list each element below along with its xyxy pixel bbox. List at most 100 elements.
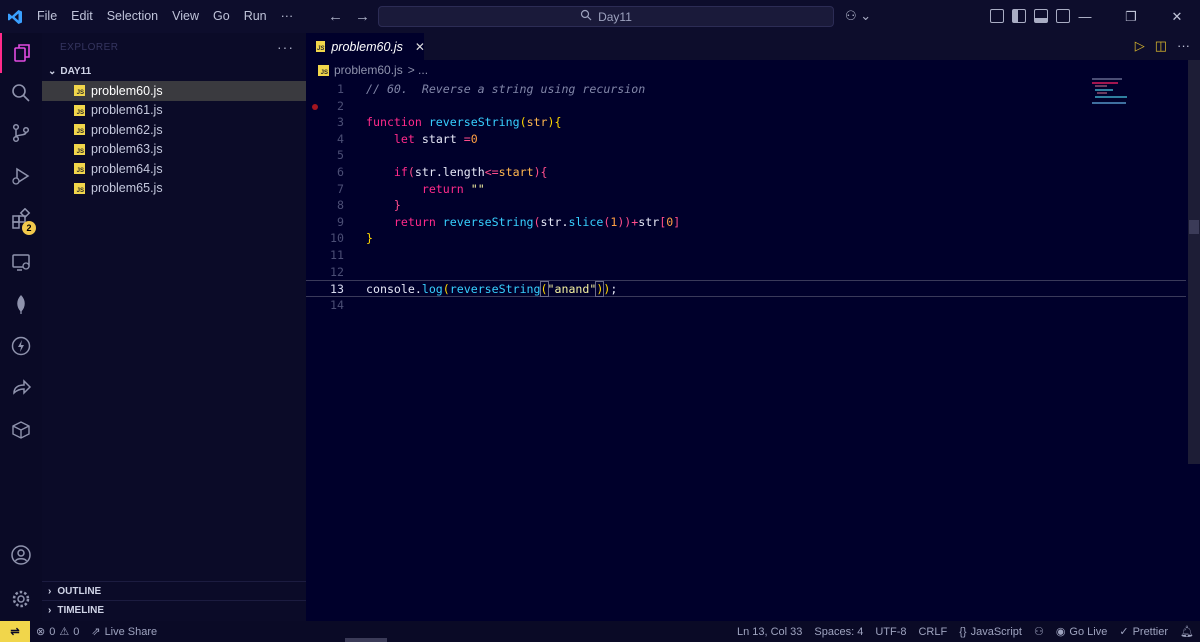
- outline-section[interactable]: › OUTLINE: [42, 581, 306, 600]
- problems-indicator[interactable]: ⊗ 0 ⚠ 0: [30, 625, 85, 639]
- menu-go[interactable]: Go: [206, 0, 237, 33]
- timeline-section[interactable]: › TIMELINE: [42, 600, 306, 619]
- menu-view[interactable]: View: [165, 0, 206, 33]
- close-button[interactable]: ✕: [1154, 0, 1200, 33]
- minimap[interactable]: [1092, 78, 1152, 108]
- code-line: 14: [306, 297, 1186, 314]
- copilot-status-icon[interactable]: ⚇: [1028, 625, 1050, 638]
- packages-icon[interactable]: [0, 410, 42, 450]
- minimize-button[interactable]: —: [1062, 0, 1108, 33]
- line-number: 7: [337, 181, 344, 196]
- settings-gear-icon[interactable]: [0, 579, 42, 619]
- encoding[interactable]: UTF-8: [869, 626, 912, 638]
- vertical-scrollbar[interactable]: [1188, 60, 1200, 464]
- folder-day11[interactable]: ⌄ DAY11: [42, 61, 306, 81]
- remote-explorer-icon[interactable]: [0, 242, 42, 282]
- menu-bar: File Edit Selection View Go Run ···: [30, 0, 300, 33]
- code-line: 7 return "": [306, 181, 1186, 198]
- editor-more-icon[interactable]: ···: [1177, 38, 1190, 54]
- indentation[interactable]: Spaces: 4: [808, 626, 869, 638]
- live-share-status[interactable]: ⇗ Live Share: [85, 625, 163, 639]
- braces-icon: {}: [959, 625, 967, 638]
- back-arrow-icon[interactable]: ←: [328, 8, 343, 25]
- line-number: 14: [330, 297, 344, 312]
- javascript-file-icon: JS: [74, 104, 85, 116]
- accounts-icon[interactable]: [0, 535, 42, 575]
- forward-arrow-icon[interactable]: →: [355, 8, 370, 25]
- file-item[interactable]: JS problem62.js: [42, 120, 306, 140]
- menu-more[interactable]: ···: [274, 0, 301, 33]
- line-number: 12: [330, 264, 344, 279]
- explorer-icon[interactable]: [0, 33, 42, 73]
- run-code-icon[interactable]: ▷: [1135, 38, 1145, 54]
- code-text: if(str.length<=start){: [393, 165, 548, 179]
- file-item[interactable]: JS problem61.js: [42, 101, 306, 121]
- line-number: 10: [330, 231, 344, 246]
- file-item[interactable]: JS problem60.js: [42, 81, 306, 101]
- run-debug-icon[interactable]: [0, 156, 42, 196]
- menu-run[interactable]: Run: [237, 0, 274, 33]
- scrollbar-thumb[interactable]: [1189, 220, 1199, 234]
- live-share-label: Live Share: [104, 625, 158, 638]
- folder-label: DAY11: [60, 65, 92, 77]
- line-number: 3: [337, 115, 344, 130]
- end-of-line[interactable]: CRLF: [912, 626, 953, 638]
- code-line: 6 if(str.length<=start){: [306, 164, 1186, 181]
- code-text: function reverseString(str){: [366, 115, 562, 130]
- code-text: console.log(reverseString("anand"));: [366, 281, 618, 298]
- close-tab-icon[interactable]: ✕: [415, 40, 425, 54]
- layout-controls: [990, 9, 1070, 23]
- error-count: 0: [49, 625, 56, 638]
- menu-file[interactable]: File: [30, 0, 64, 33]
- explorer-more-button[interactable]: ···: [277, 39, 294, 55]
- code-line: 2: [306, 98, 1186, 115]
- source-control-icon[interactable]: [0, 113, 42, 153]
- command-center-search[interactable]: Day11: [378, 6, 834, 27]
- menu-selection[interactable]: Selection: [100, 0, 165, 33]
- menu-edit[interactable]: Edit: [64, 0, 100, 33]
- extensions-icon[interactable]: 2: [0, 199, 42, 239]
- language-mode[interactable]: {} JavaScript: [953, 626, 1028, 638]
- command-center-text: Day11: [598, 9, 632, 24]
- copilot-icon[interactable]: ⚇ ⌄: [845, 8, 871, 24]
- horizontal-scrollbar-thumb[interactable]: [345, 638, 387, 642]
- check-icon: ✓: [1119, 626, 1129, 638]
- code-text: // 60. Reverse a string using recursion: [366, 82, 646, 96]
- live-share-icon[interactable]: [0, 368, 42, 408]
- breadcrumb-file[interactable]: problem60.js: [334, 63, 403, 77]
- javascript-file-icon: JS: [74, 143, 85, 155]
- file-item[interactable]: JS problem65.js: [42, 179, 306, 199]
- prettier-status[interactable]: ✓ Prettier: [1113, 625, 1174, 639]
- thunder-client-icon[interactable]: [0, 326, 42, 366]
- minimap-line: [1092, 78, 1122, 80]
- javascript-file-icon: JS: [74, 124, 85, 136]
- code-editor[interactable]: 1 // 60. Reverse a string using recursio…: [306, 81, 1186, 621]
- go-live-button[interactable]: ◉ Go Live: [1050, 625, 1114, 639]
- remote-indicator-icon[interactable]: ⇌: [0, 621, 30, 642]
- file-item[interactable]: JS problem63.js: [42, 140, 306, 160]
- toggle-sidebar-icon[interactable]: [1012, 9, 1026, 23]
- line-number: 11: [330, 248, 344, 262]
- customize-layout-icon[interactable]: [990, 9, 1004, 23]
- split-editor-icon[interactable]: ◫: [1155, 38, 1167, 54]
- toggle-panel-icon[interactable]: [1034, 9, 1048, 23]
- warning-count: 0: [73, 625, 80, 638]
- file-label: problem64.js: [91, 161, 163, 176]
- tab-problem60[interactable]: JS problem60.js ✕: [306, 33, 425, 60]
- line-number: 6: [337, 165, 344, 179]
- search-icon[interactable]: [0, 73, 42, 113]
- notifications-bell-icon[interactable]: 🔔︎: [1174, 625, 1200, 638]
- chevron-right-icon: ›: [48, 604, 52, 616]
- timeline-label: TIMELINE: [57, 604, 105, 616]
- file-label: problem63.js: [91, 142, 163, 157]
- mongodb-leaf-icon[interactable]: [0, 284, 42, 324]
- chevron-right-icon: ›: [48, 585, 52, 597]
- extensions-badge: 2: [22, 221, 36, 235]
- explorer-header: EXPLORER ···: [42, 33, 306, 61]
- cursor-position[interactable]: Ln 13, Col 33: [731, 626, 808, 638]
- chevron-down-icon: ⌄: [48, 65, 57, 77]
- search-icon: [580, 9, 592, 24]
- file-item[interactable]: JS problem64.js: [42, 159, 306, 179]
- file-label: problem62.js: [91, 122, 163, 137]
- restore-button[interactable]: ❐: [1108, 0, 1154, 33]
